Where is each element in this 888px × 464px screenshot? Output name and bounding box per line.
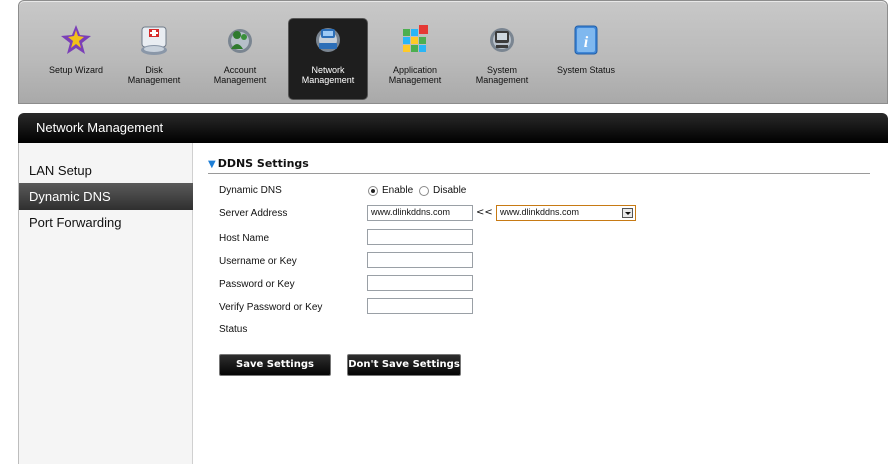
page-title: Network Management [36,120,164,135]
dynamic-dns-radio-group: Enable Disable [368,185,488,198]
dynamic-dns-label: Dynamic DNS [219,185,282,196]
toolbar-system-status[interactable]: i System Status [547,19,625,101]
toolbar-disk-management[interactable]: Disk Management [115,19,193,101]
toolbar-application-management[interactable]: Application Management [376,19,454,101]
toolbar-setup-wizard[interactable]: Setup Wizard [37,19,115,101]
copy-arrows: << [476,207,493,218]
dont-save-settings-button[interactable]: Don't Save Settings [347,354,461,376]
toolbar-network-management[interactable]: Network Management [289,19,367,99]
section-divider [208,173,870,174]
server-select-value: www.dlinkddns.com [500,207,580,217]
username-label: Username or Key [219,256,297,267]
server-address-label: Server Address [219,208,288,219]
wizard-icon [61,25,91,54]
system-icon [490,28,514,52]
sidebar-item-lan-setup[interactable]: LAN Setup [19,157,193,184]
main-panel: ▼ DDNS Settings Dynamic DNS Enable Disabl… [194,143,888,464]
toolbar-label: Application Management [388,65,442,85]
svg-text:i: i [584,34,589,51]
host-name-input[interactable] [367,229,473,245]
server-address-select[interactable]: www.dlinkddns.com [496,205,636,221]
ddns-section-title[interactable]: ▼ DDNS Settings [208,157,309,170]
password-label: Password or Key [219,279,295,290]
disable-radio[interactable] [419,186,429,196]
sidebar-item-port-forwarding[interactable]: Port Forwarding [19,209,193,236]
toolbar-system-management[interactable]: System Management [463,19,541,101]
toolbar-label: Disk Management [127,65,181,85]
password-input[interactable] [367,275,473,291]
host-name-label: Host Name [219,233,270,244]
disable-label: Disable [433,185,467,196]
network-icon [316,28,340,52]
enable-radio[interactable] [368,186,378,196]
toolbar-label: Network Management [301,65,355,85]
disk-icon [141,26,167,55]
section-header: Network Management [18,113,888,143]
toolbar-label: Setup Wizard [48,65,104,75]
server-address-input[interactable]: www.dlinkddns.com [367,205,473,221]
status-label: Status [219,324,248,335]
account-icon [228,29,252,53]
toolbar-account-management[interactable]: Account Management [201,19,279,101]
toolbar-label: Account Management [213,65,267,85]
verify-password-label: Verify Password or Key [219,302,323,313]
chevron-down-icon[interactable] [622,208,633,218]
username-input[interactable] [367,252,473,268]
ddns-title-text: DDNS Settings [217,157,309,170]
sidebar-item-dynamic-dns[interactable]: Dynamic DNS [19,183,193,210]
top-toolbar: Setup Wizard Disk Management Account Man… [18,0,888,104]
collapse-triangle-icon[interactable]: ▼ [208,159,216,170]
enable-label: Enable [382,185,414,196]
toolbar-label: System Management [475,65,529,85]
sidebar: LAN Setup Dynamic DNS Port Forwarding [18,143,193,464]
save-settings-button[interactable]: Save Settings [219,354,331,376]
application-icon [403,25,428,52]
toolbar-label: System Status [556,65,616,75]
verify-password-input[interactable] [367,298,473,314]
info-icon: i [574,25,598,55]
